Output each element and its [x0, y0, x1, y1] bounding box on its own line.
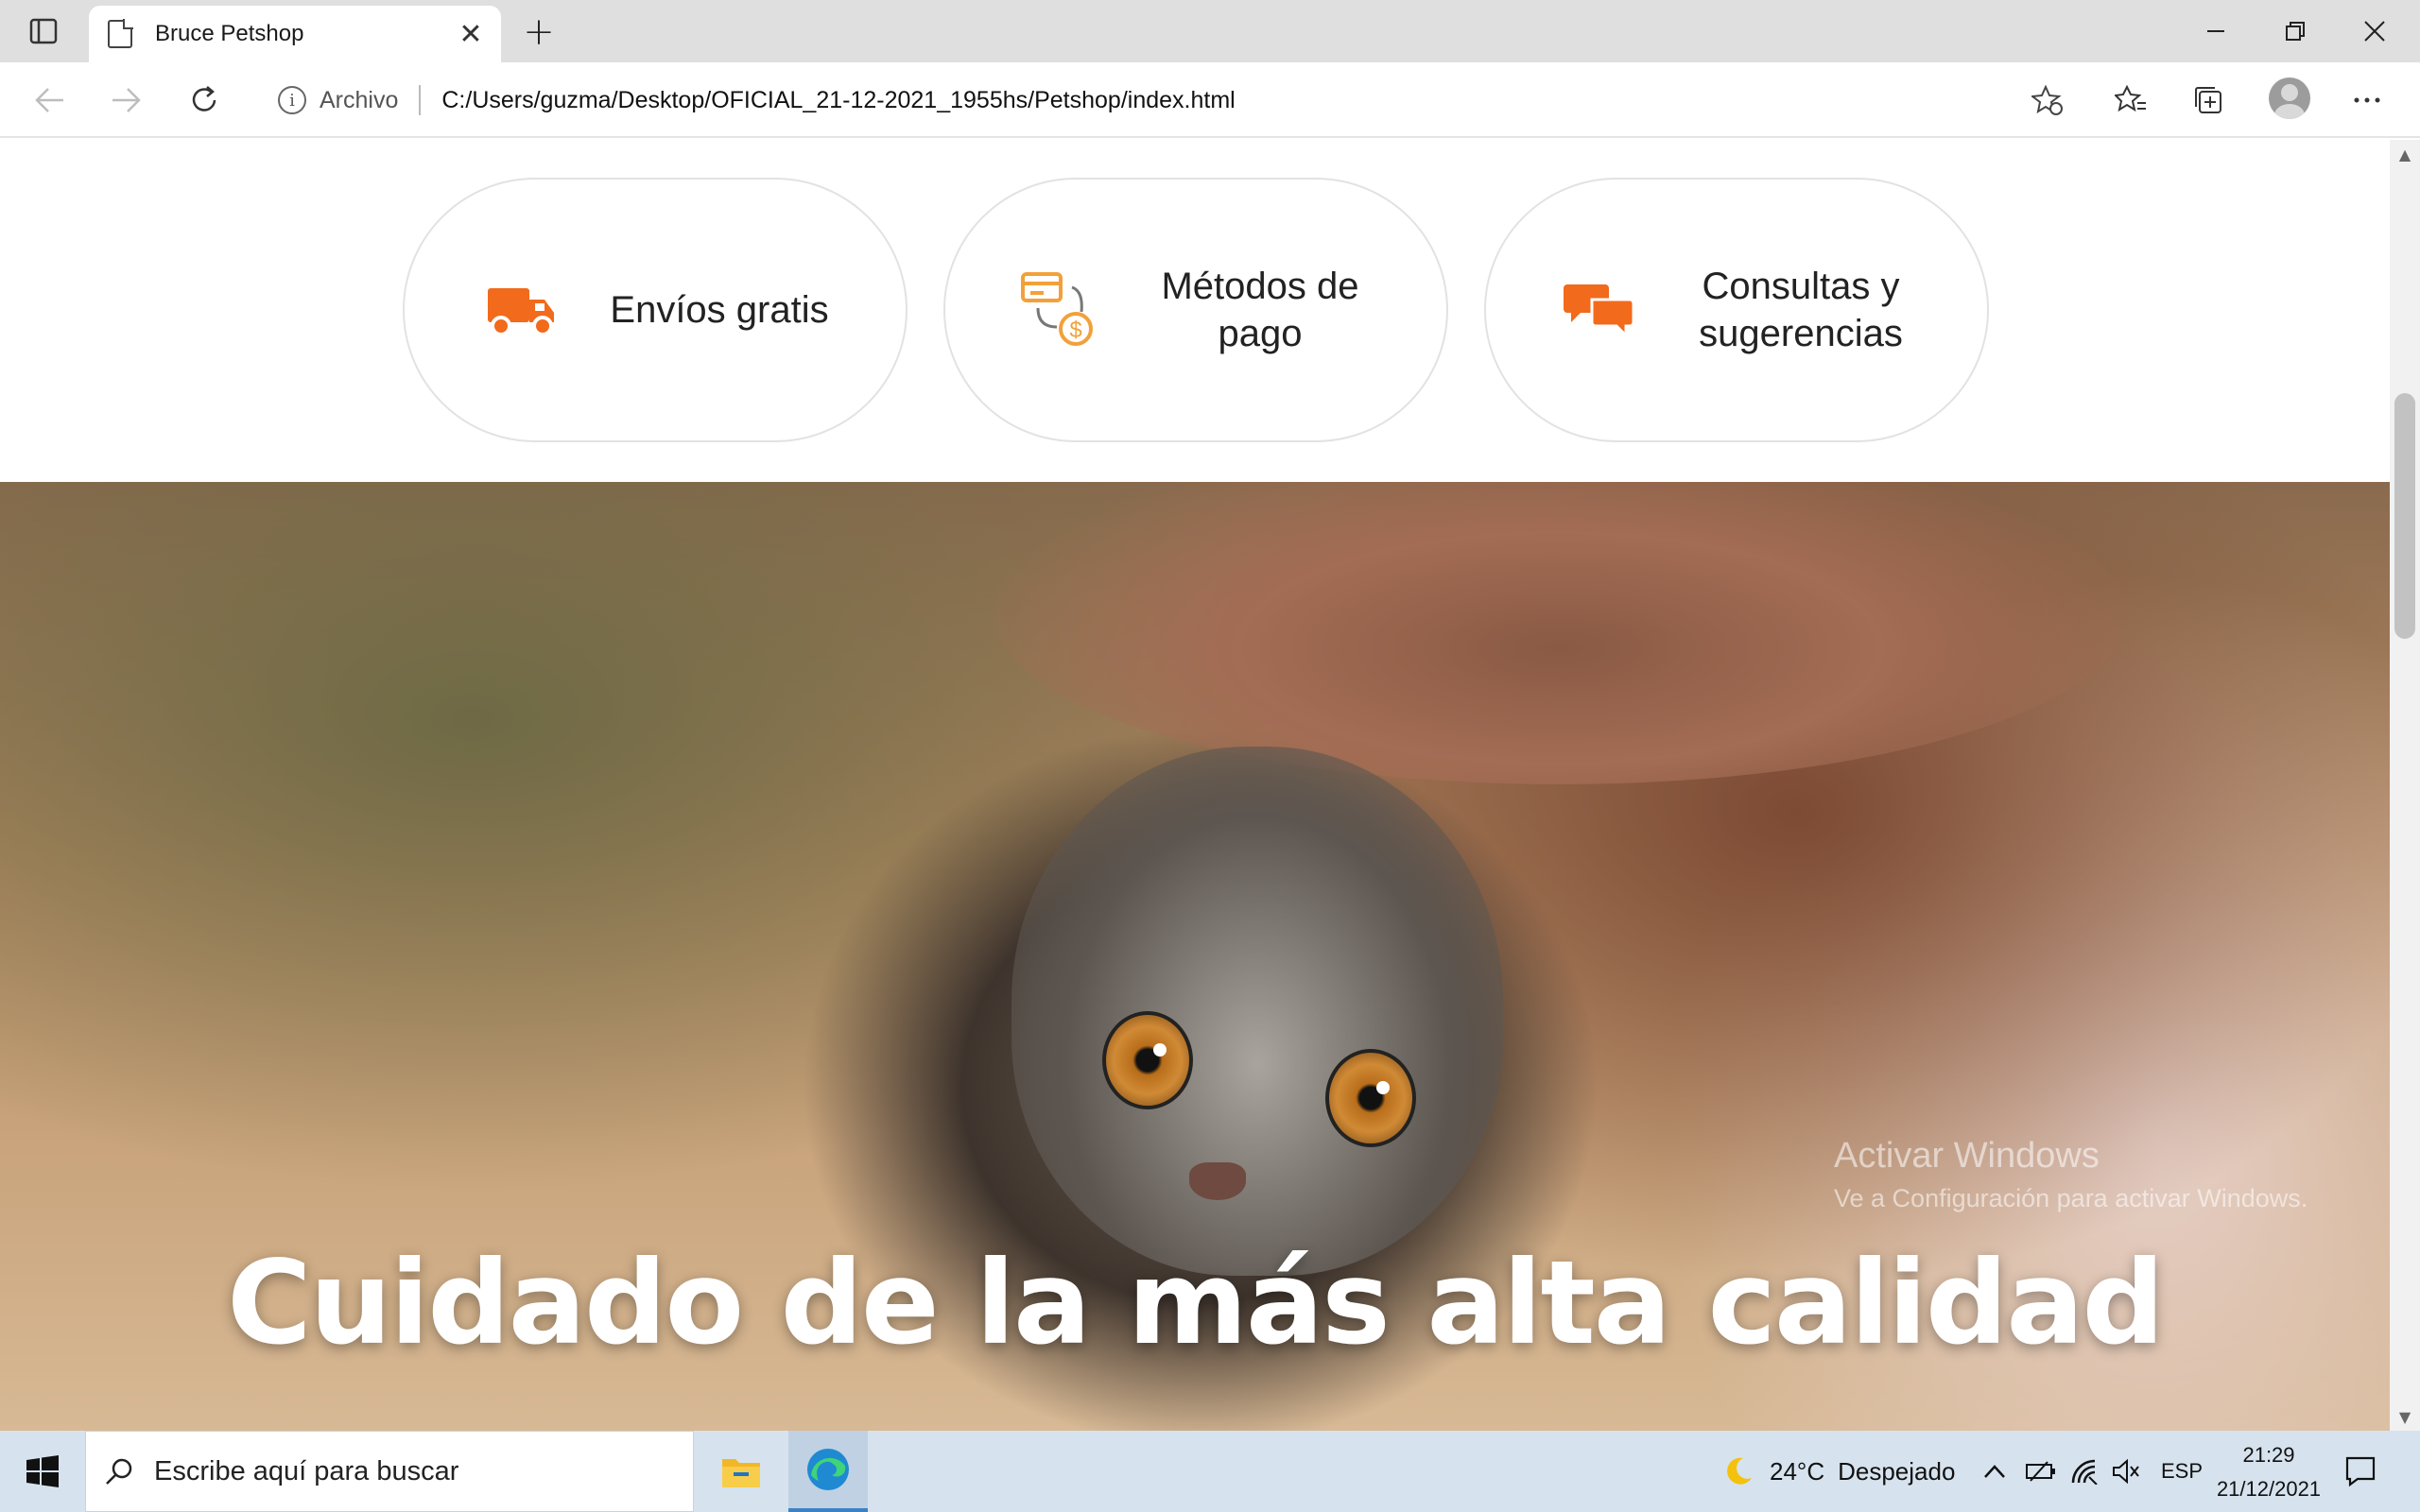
volume-muted-icon [2113, 1458, 2139, 1485]
more-icon [2354, 97, 2380, 103]
edge-icon [807, 1449, 849, 1490]
weather-temperature: 24°C [1770, 1456, 1825, 1486]
windows-logo-icon [26, 1455, 59, 1487]
taskbar-clock[interactable]: 21:29 21/12/2021 [2203, 1438, 2335, 1506]
input-language[interactable]: ESP [2161, 1431, 2203, 1512]
arrow-right-icon [112, 88, 141, 112]
show-hidden-icons-button[interactable] [1983, 1431, 2006, 1512]
chevron-up-icon [1984, 1465, 2005, 1478]
reload-button[interactable] [178, 74, 231, 127]
address-bar[interactable]: i Archivo C:/Users/guzma/Desktop/OFICIAL… [255, 72, 2080, 129]
scrollbar-thumb[interactable] [2394, 393, 2415, 639]
cat-eye-right [1325, 1049, 1416, 1147]
tab-title: Bruce Petshop [155, 21, 304, 46]
tab-strip: Bruce Petshop ✕ + [0, 0, 2420, 62]
payment-icon: $ [1018, 269, 1099, 351]
features-section: Envíos gratis $ Métodos de pago Consulta… [0, 140, 2390, 482]
cat-eye-left [1102, 1011, 1193, 1109]
more-menu-button[interactable] [2341, 74, 2394, 127]
add-favorite-button[interactable] [2021, 74, 2074, 127]
taskbar-search-box[interactable]: Escribe aquí para buscar [85, 1431, 694, 1512]
hero-banner: Cuidado de la más alta calidad [0, 482, 2390, 1431]
feature-label: Envíos gratis [610, 289, 829, 331]
battery-status[interactable] [2025, 1431, 2057, 1512]
info-icon[interactable]: i [278, 86, 306, 114]
tab-actions-icon [29, 18, 58, 44]
star-add-icon [2031, 84, 2063, 115]
wifi-icon [2071, 1459, 2098, 1485]
weather-widget[interactable]: 24°C Despejado [1722, 1431, 1955, 1512]
address-scheme-label: Archivo [320, 86, 399, 113]
watermark-title: Activar Windows [1834, 1136, 2100, 1176]
feature-label: Métodos de pago [1161, 266, 1359, 354]
profile-avatar[interactable] [2269, 77, 2310, 119]
truck-icon [481, 269, 562, 351]
browser-toolbar: i Archivo C:/Users/guzma/Desktop/OFICIAL… [0, 62, 2420, 138]
cat-nose [1189, 1162, 1246, 1200]
reload-icon [192, 86, 216, 112]
scroll-down-icon[interactable]: ▼ [2390, 1402, 2420, 1431]
hero-heading: Cuidado de la más alta calidad [227, 1236, 2165, 1370]
folder-icon [722, 1459, 760, 1487]
tab-actions-button[interactable] [13, 9, 74, 53]
close-window-button[interactable] [2335, 0, 2414, 62]
watermark-subtitle: Ve a Configuración para activar Windows. [1834, 1184, 2308, 1212]
windows-taskbar: Escribe aquí para buscar 24°C Despejado … [0, 1431, 2420, 1512]
hero-image-blanket [993, 482, 2127, 784]
collections-icon [2195, 87, 2221, 113]
svg-text:$: $ [1069, 318, 1081, 343]
notification-icon [2345, 1456, 2376, 1487]
back-button[interactable] [23, 74, 76, 127]
notifications-button[interactable] [2344, 1431, 2377, 1512]
feature-card-shipping[interactable]: Envíos gratis [403, 178, 908, 442]
volume-control[interactable] [2112, 1431, 2140, 1512]
taskbar-file-explorer[interactable] [701, 1431, 781, 1512]
chat-icon [1559, 269, 1640, 351]
page-scrollbar[interactable]: ▲ ▼ [2390, 140, 2420, 1431]
feature-card-contact[interactable]: Consultas y sugerencias [1484, 178, 1989, 442]
battery-icon [2026, 1461, 2055, 1482]
scroll-up-icon[interactable]: ▲ [2390, 140, 2420, 168]
page-viewport: Envíos gratis $ Métodos de pago Consulta… [0, 140, 2390, 1431]
clock-date: 21/12/2021 [2216, 1477, 2322, 1501]
feature-label: Consultas y sugerencias [1699, 266, 1903, 354]
clock-time: 21:29 [2242, 1443, 2295, 1467]
weather-description: Despejado [1838, 1456, 1956, 1486]
new-tab-button[interactable]: + [516, 10, 562, 54]
favorites-button[interactable] [2104, 74, 2157, 127]
close-icon [2364, 21, 2385, 42]
start-button[interactable] [0, 1431, 85, 1512]
windows-activation-watermark: Activar Windows Ve a Configuración para … [1834, 1136, 2308, 1213]
minimize-button[interactable] [2176, 0, 2256, 62]
moon-icon [1727, 1457, 1752, 1485]
hero-image-cat [1011, 747, 1503, 1276]
restore-button[interactable] [2256, 0, 2335, 62]
close-tab-button[interactable]: ✕ [452, 15, 490, 53]
favorites-icon [2115, 84, 2146, 112]
browser-tab[interactable]: Bruce Petshop ✕ [89, 6, 501, 62]
search-icon [105, 1457, 133, 1486]
restore-icon [2286, 22, 2305, 41]
address-url[interactable]: C:/Users/guzma/Desktop/OFICIAL_21-12-202… [441, 87, 2021, 114]
arrow-left-icon [35, 88, 63, 112]
forward-button[interactable] [100, 74, 153, 127]
collections-button[interactable] [2182, 74, 2235, 127]
minimize-icon [2207, 30, 2224, 32]
taskbar-edge[interactable] [788, 1431, 868, 1512]
address-divider [419, 85, 422, 115]
feature-card-payment[interactable]: $ Métodos de pago [943, 178, 1448, 442]
network-status[interactable] [2070, 1431, 2099, 1512]
search-placeholder: Escribe aquí para buscar [154, 1455, 459, 1486]
page-icon [108, 19, 133, 48]
